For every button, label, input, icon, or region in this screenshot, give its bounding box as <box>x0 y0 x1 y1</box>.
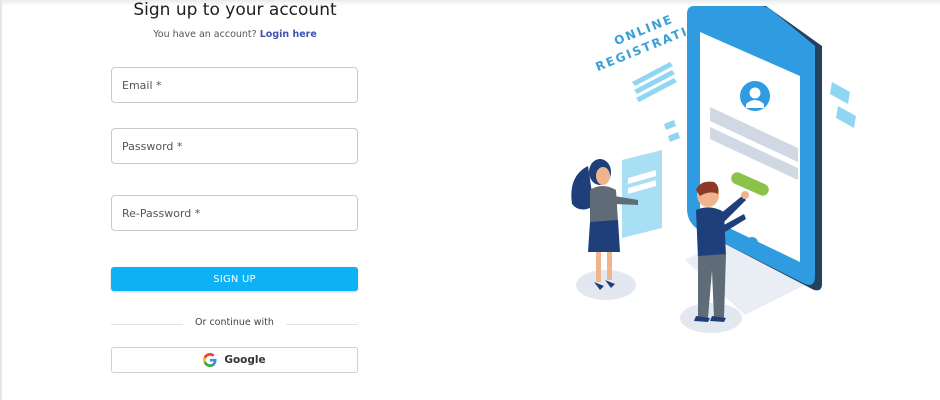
repassword-field-container <box>111 195 358 231</box>
online-registration-illustration: ONLINE REGISTRATION <box>560 0 880 345</box>
phone-home-button <box>746 237 758 249</box>
page-title: Sign up to your account <box>133 0 337 20</box>
illustration-svg: ONLINE REGISTRATION <box>571 6 856 333</box>
google-label: Google <box>224 354 266 366</box>
woman-shadow <box>576 270 636 300</box>
email-field-container <box>111 67 358 103</box>
login-prompt-text: You have an account? <box>153 29 257 40</box>
signup-form-panel: Sign up to your account You have an acco… <box>0 0 470 400</box>
repassword-field[interactable] <box>112 196 357 230</box>
man-shadow <box>680 303 742 333</box>
divider-line-right <box>286 324 358 325</box>
google-signin-button[interactable]: Google <box>111 347 358 373</box>
divider-text: Or continue with <box>195 317 274 328</box>
email-field[interactable] <box>112 68 357 102</box>
password-field-container <box>111 128 358 164</box>
continue-divider: Or continue with <box>111 317 358 331</box>
login-prompt: You have an account? Login here <box>100 29 370 40</box>
google-icon <box>203 353 217 367</box>
password-field[interactable] <box>112 129 357 163</box>
login-link[interactable]: Login here <box>260 29 317 40</box>
signup-button[interactable]: SIGN UP <box>111 267 358 291</box>
